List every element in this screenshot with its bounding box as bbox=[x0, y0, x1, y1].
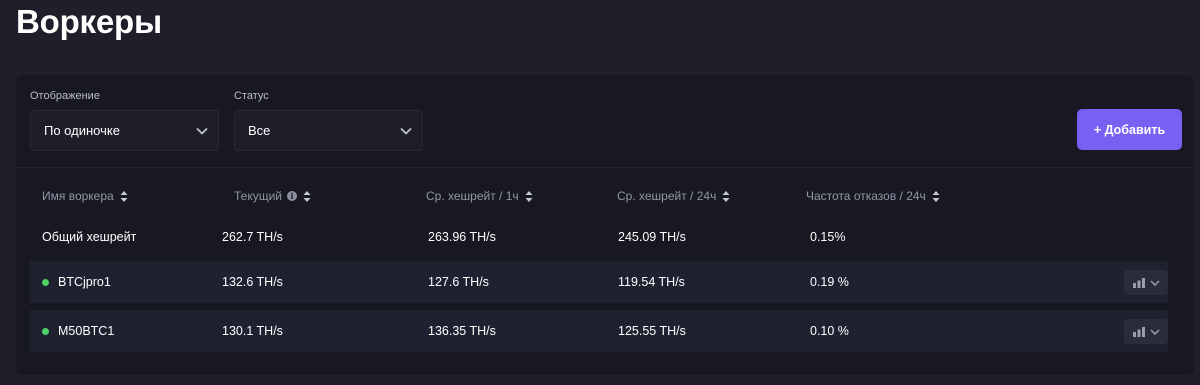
page-title: Воркеры bbox=[16, 3, 162, 40]
chevron-down-icon bbox=[400, 127, 412, 135]
worker-name: M50BTC1 bbox=[58, 324, 115, 338]
column-header-avg-1h[interactable]: Ср. хешрейт / 1ч bbox=[426, 189, 533, 203]
bar-chart-icon bbox=[1132, 326, 1145, 337]
status-online-dot bbox=[42, 278, 49, 286]
display-select[interactable]: По одиночке bbox=[30, 110, 219, 151]
worker-avg-1h: 136.35 TH/s bbox=[428, 324, 496, 338]
display-filter: Отображение По одиночке bbox=[30, 89, 219, 151]
column-header-avg-24h[interactable]: Ср. хешрейт / 24ч bbox=[617, 189, 730, 203]
display-filter-label: Отображение bbox=[30, 90, 100, 102]
worker-chart-menu-button[interactable] bbox=[1124, 270, 1168, 295]
total-avg-24h: 245.09 TH/s bbox=[618, 230, 686, 244]
status-filter: Статус Все bbox=[234, 89, 423, 151]
sort-icon bbox=[722, 190, 730, 202]
info-icon[interactable]: i bbox=[287, 191, 297, 201]
worker-reject: 0.10 % bbox=[810, 324, 849, 338]
chevron-down-icon bbox=[1149, 328, 1160, 335]
table-header: Имя воркера Текущий i Ср. хешрейт / 1ч С… bbox=[30, 189, 1168, 209]
bar-chart-icon bbox=[1132, 277, 1145, 288]
worker-chart-menu-button[interactable] bbox=[1124, 319, 1168, 344]
worker-avg-24h: 119.54 TH/s bbox=[618, 275, 685, 289]
workers-panel: Отображение По одиночке Статус Все + Доб… bbox=[16, 75, 1194, 375]
column-header-current[interactable]: Текущий i bbox=[234, 189, 311, 203]
status-filter-label: Статус bbox=[234, 90, 269, 102]
worker-avg-24h: 125.55 TH/s bbox=[618, 324, 686, 338]
sort-icon bbox=[525, 190, 533, 202]
total-row: Общий хешрейт 262.7 TH/s 263.96 TH/s 245… bbox=[30, 216, 1168, 258]
display-select-value: По одиночке bbox=[44, 123, 120, 138]
column-header-reject-rate[interactable]: Частота отказов / 24ч bbox=[806, 189, 940, 203]
sort-icon bbox=[303, 190, 311, 202]
worker-avg-1h: 127.6 TH/s bbox=[428, 275, 489, 289]
total-current: 262.7 TH/s bbox=[222, 230, 283, 244]
chevron-down-icon bbox=[196, 127, 208, 135]
worker-current: 132.6 TH/s bbox=[222, 275, 283, 289]
total-name: Общий хешрейт bbox=[42, 230, 137, 244]
table-row[interactable]: M50BTC1 130.1 TH/s 136.35 TH/s 125.55 TH… bbox=[30, 310, 1168, 352]
status-online-dot bbox=[42, 327, 49, 335]
sort-icon bbox=[932, 190, 940, 202]
worker-current: 130.1 TH/s bbox=[222, 324, 283, 338]
status-select[interactable]: Все bbox=[234, 110, 423, 151]
column-header-name[interactable]: Имя воркера bbox=[42, 189, 128, 203]
worker-name: BTCjpro1 bbox=[58, 275, 111, 289]
sort-icon bbox=[120, 190, 128, 202]
add-worker-button[interactable]: + Добавить bbox=[1077, 109, 1182, 150]
total-avg-1h: 263.96 TH/s bbox=[428, 230, 496, 244]
status-select-value: Все bbox=[248, 123, 271, 138]
divider bbox=[16, 167, 1194, 168]
total-reject: 0.15% bbox=[810, 230, 846, 244]
worker-reject: 0.19 % bbox=[810, 275, 849, 289]
chevron-down-icon bbox=[1149, 279, 1160, 286]
table-row[interactable]: BTCjpro1 132.6 TH/s 127.6 TH/s 119.54 TH… bbox=[30, 261, 1168, 303]
